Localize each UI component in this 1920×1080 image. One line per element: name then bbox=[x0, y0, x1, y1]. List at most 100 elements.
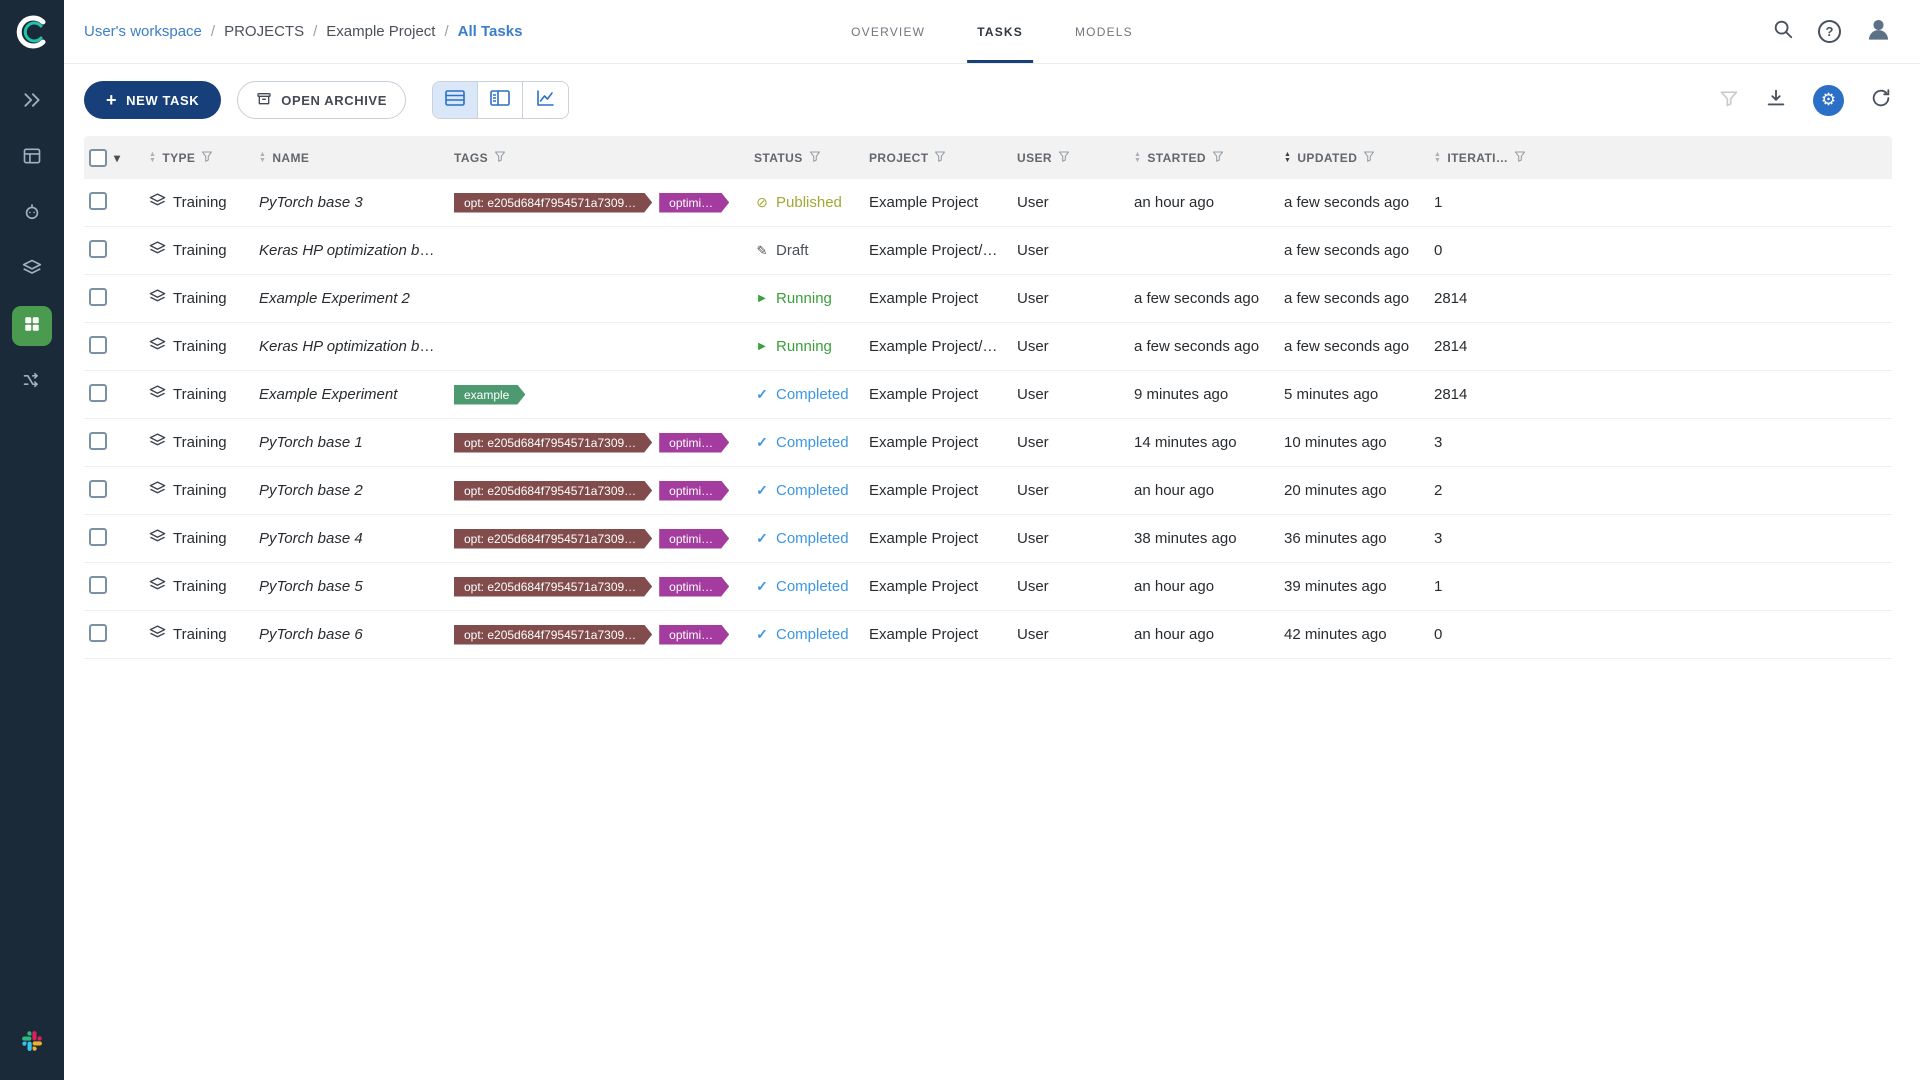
nav-pipelines[interactable] bbox=[12, 194, 52, 234]
chart-view-button[interactable] bbox=[522, 82, 568, 118]
split-view-icon bbox=[490, 89, 510, 111]
filter-funnel-icon[interactable] bbox=[1363, 150, 1375, 165]
filter-funnel-icon[interactable] bbox=[201, 150, 213, 165]
row-checkbox[interactable] bbox=[89, 623, 107, 642]
task-name[interactable]: Keras HP optimization base bbox=[259, 242, 444, 259]
topbar: User's workspace / PROJECTS / Example Pr… bbox=[64, 0, 1920, 64]
breadcrumb-project[interactable]: Example Project bbox=[326, 23, 435, 40]
sort-icon[interactable]: ▲ ▼ bbox=[1284, 151, 1291, 164]
tab-models[interactable]: MODELS bbox=[1075, 0, 1133, 63]
row-checkbox[interactable] bbox=[89, 287, 107, 306]
column-header-select[interactable]: ▾ bbox=[84, 148, 140, 167]
select-all-checkbox[interactable] bbox=[89, 148, 107, 167]
sort-icon[interactable]: ▲ ▼ bbox=[1134, 151, 1141, 164]
task-name[interactable]: PyTorch base 3 bbox=[259, 194, 363, 211]
search-icon[interactable] bbox=[1772, 18, 1794, 45]
split-view-button[interactable] bbox=[477, 82, 523, 118]
double-chevron-icon bbox=[22, 90, 42, 115]
tab-overview[interactable]: OVERVIEW bbox=[851, 0, 925, 63]
task-name[interactable]: Keras HP optimization base bbox=[259, 338, 444, 355]
row-checkbox[interactable] bbox=[89, 479, 107, 498]
column-header-updated[interactable]: ▲ ▼ UPDATED bbox=[1275, 150, 1425, 165]
task-name[interactable]: PyTorch base 5 bbox=[259, 578, 363, 595]
column-header-user[interactable]: USER bbox=[1008, 150, 1125, 165]
table-row[interactable]: Training Example Experiment example ✓ Co… bbox=[84, 371, 1892, 419]
column-label: USER bbox=[1017, 150, 1052, 165]
table-row[interactable]: Training Keras HP optimization base ▶ Ru… bbox=[84, 323, 1892, 371]
sort-icon[interactable]: ▲ ▼ bbox=[259, 151, 266, 164]
tag-chip: opt: e205d684f7954571a7309… bbox=[454, 577, 652, 597]
auto-refresh-icon[interactable] bbox=[1870, 87, 1892, 114]
nav-tasks-active[interactable] bbox=[12, 306, 52, 346]
column-header-status[interactable]: STATUS bbox=[745, 150, 860, 165]
status-icon: ▶ bbox=[758, 293, 766, 304]
slack-icon[interactable] bbox=[22, 1031, 42, 1056]
table-row[interactable]: Training PyTorch base 2 opt: e205d684f79… bbox=[84, 467, 1892, 515]
nav-projects[interactable] bbox=[12, 138, 52, 178]
task-type: Training bbox=[173, 290, 227, 307]
breadcrumb-projects[interactable]: PROJECTS bbox=[224, 23, 304, 40]
task-type: Training bbox=[173, 194, 227, 211]
settings-gear-icon[interactable]: ⚙ bbox=[1813, 84, 1844, 116]
clear-filters-icon[interactable] bbox=[1719, 88, 1739, 113]
status-label: Running bbox=[776, 290, 832, 307]
new-task-button[interactable]: + NEW TASK bbox=[84, 81, 222, 119]
filter-funnel-icon[interactable] bbox=[934, 150, 946, 165]
caret-down-icon[interactable]: ▾ bbox=[114, 151, 120, 165]
row-checkbox[interactable] bbox=[89, 239, 107, 258]
breadcrumb-all-tasks[interactable]: All Tasks bbox=[458, 23, 523, 40]
row-checkbox[interactable] bbox=[89, 431, 107, 450]
clearml-logo[interactable] bbox=[12, 12, 52, 52]
sort-icon[interactable]: ▲ ▼ bbox=[149, 151, 156, 164]
table-row[interactable]: Training PyTorch base 3 opt: e205d684f79… bbox=[84, 179, 1892, 227]
filter-funnel-icon[interactable] bbox=[1514, 150, 1526, 165]
download-icon[interactable] bbox=[1765, 87, 1787, 114]
table-row[interactable]: Training Keras HP optimization base ✎ Dr… bbox=[84, 227, 1892, 275]
filter-funnel-icon[interactable] bbox=[494, 150, 506, 165]
tab-tasks[interactable]: TASKS bbox=[967, 0, 1033, 63]
user-avatar[interactable] bbox=[1865, 16, 1892, 48]
task-name[interactable]: PyTorch base 4 bbox=[259, 530, 363, 547]
table-row[interactable]: Training PyTorch base 5 opt: e205d684f79… bbox=[84, 563, 1892, 611]
filter-funnel-icon[interactable] bbox=[1212, 150, 1224, 165]
task-name[interactable]: Example Experiment bbox=[259, 386, 397, 403]
row-checkbox[interactable] bbox=[89, 335, 107, 354]
column-header-started[interactable]: ▲ ▼ STARTED bbox=[1125, 150, 1275, 165]
task-name[interactable]: PyTorch base 6 bbox=[259, 626, 363, 643]
column-header-iterations[interactable]: ▲ ▼ ITERATI… bbox=[1425, 150, 1892, 165]
sidebar bbox=[0, 0, 64, 1080]
task-project: Example Project bbox=[869, 530, 979, 547]
table-row[interactable]: Training PyTorch base 4 opt: e205d684f79… bbox=[84, 515, 1892, 563]
status-label: Published bbox=[776, 194, 842, 211]
open-archive-button[interactable]: OPEN ARCHIVE bbox=[237, 81, 406, 119]
row-checkbox[interactable] bbox=[89, 383, 107, 402]
filter-funnel-icon[interactable] bbox=[1058, 150, 1070, 165]
task-tags: opt: e205d684f7954571a7309… optimi… bbox=[445, 529, 745, 549]
sort-icon[interactable]: ▲ ▼ bbox=[1434, 151, 1441, 164]
row-checkbox[interactable] bbox=[89, 191, 107, 210]
table-row[interactable]: Training PyTorch base 1 opt: e205d684f79… bbox=[84, 419, 1892, 467]
row-checkbox[interactable] bbox=[89, 527, 107, 546]
row-checkbox[interactable] bbox=[89, 575, 107, 594]
task-name[interactable]: Example Experiment 2 bbox=[259, 290, 410, 307]
nav-datasets[interactable] bbox=[12, 250, 52, 290]
nav-getting-started[interactable] bbox=[12, 82, 52, 122]
training-type-icon bbox=[149, 528, 166, 549]
filter-funnel-icon[interactable] bbox=[809, 150, 821, 165]
table-row[interactable]: Training PyTorch base 6 opt: e205d684f79… bbox=[84, 611, 1892, 659]
column-header-type[interactable]: ▲ ▼ TYPE bbox=[140, 150, 250, 165]
breadcrumb-workspace[interactable]: User's workspace bbox=[84, 23, 202, 40]
column-header-project[interactable]: PROJECT bbox=[860, 150, 1008, 165]
task-updated: a few seconds ago bbox=[1284, 290, 1410, 307]
table-row[interactable]: Training Example Experiment 2 ▶ Running … bbox=[84, 275, 1892, 323]
task-name[interactable]: PyTorch base 2 bbox=[259, 482, 363, 499]
nav-workers[interactable] bbox=[12, 362, 52, 402]
task-name[interactable]: PyTorch base 1 bbox=[259, 434, 363, 451]
tag-chip: opt: e205d684f7954571a7309… bbox=[454, 193, 652, 213]
column-header-name[interactable]: ▲ ▼ NAME bbox=[250, 151, 445, 165]
table-view-button[interactable] bbox=[432, 82, 478, 118]
help-icon[interactable]: ? bbox=[1818, 20, 1841, 43]
column-header-tags[interactable]: TAGS bbox=[445, 150, 745, 165]
status-icon: ✓ bbox=[756, 530, 768, 546]
task-updated: 5 minutes ago bbox=[1284, 386, 1379, 403]
